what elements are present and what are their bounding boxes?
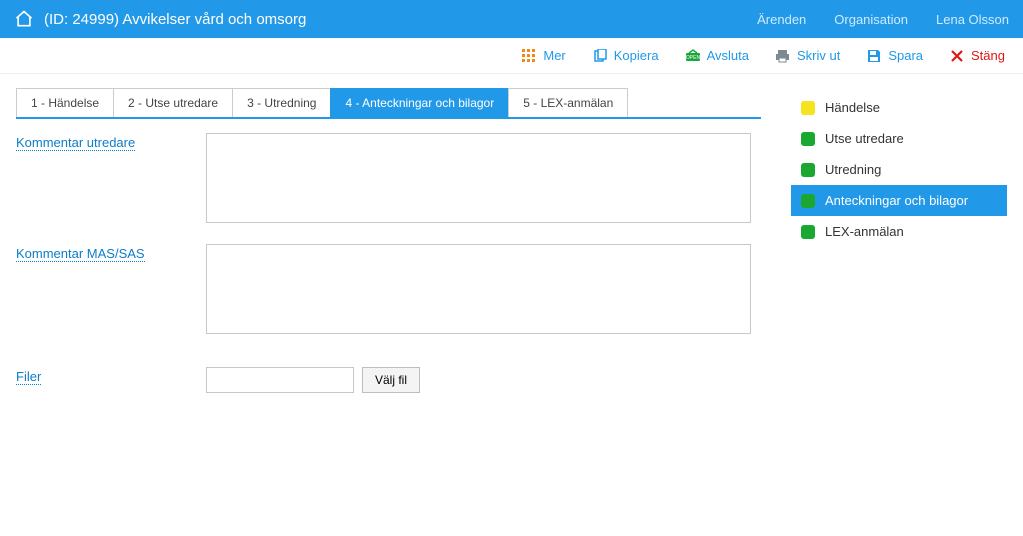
filer-label: Filer (16, 367, 206, 384)
tab-utredning[interactable]: 3 - Utredning (232, 88, 331, 117)
tab-anteckningar[interactable]: 4 - Anteckningar och bilagor (330, 88, 509, 117)
nav-user[interactable]: Lena Olsson (936, 12, 1009, 27)
toolbar-spara[interactable]: Spara (866, 48, 923, 64)
status-indicator-icon (801, 194, 815, 208)
print-icon (775, 48, 791, 64)
tab-lex[interactable]: 5 - LEX-anmälan (508, 88, 628, 117)
copy-icon (592, 48, 608, 64)
toolbar-mer[interactable]: Mer (521, 48, 565, 64)
side-item-label: Utredning (825, 162, 881, 177)
toolbar-stang-label: Stäng (971, 48, 1005, 63)
tab-handelse[interactable]: 1 - Händelse (16, 88, 114, 117)
tab-utse-utredare[interactable]: 2 - Utse utredare (113, 88, 233, 117)
toolbar-mer-label: Mer (543, 48, 565, 63)
nav-organisation[interactable]: Organisation (834, 12, 908, 27)
kommentar-massas-input[interactable] (206, 244, 751, 334)
close-icon (949, 48, 965, 64)
toolbar: Mer Kopiera OPEN Avsluta Sk (0, 38, 1023, 74)
toolbar-skrivut-label: Skriv ut (797, 48, 840, 63)
side-item-label: Anteckningar och bilagor (825, 193, 968, 208)
side-utse-utredare[interactable]: Utse utredare (791, 123, 1007, 154)
toolbar-kopiera[interactable]: Kopiera (592, 48, 659, 64)
status-indicator-icon (801, 101, 815, 115)
side-handelse[interactable]: Händelse (791, 92, 1007, 123)
status-indicator-icon (801, 225, 815, 239)
toolbar-avsluta[interactable]: OPEN Avsluta (685, 48, 749, 64)
status-indicator-icon (801, 132, 815, 146)
status-sidebar: Händelse Utse utredare Utredning Anteckn… (791, 88, 1007, 411)
save-icon (866, 48, 882, 64)
grid-icon (521, 48, 537, 64)
toolbar-avsluta-label: Avsluta (707, 48, 749, 63)
nav-arenden[interactable]: Ärenden (757, 12, 806, 27)
side-item-label: Händelse (825, 100, 880, 115)
side-item-label: Utse utredare (825, 131, 904, 146)
home-icon[interactable] (14, 9, 34, 29)
page-title: (ID: 24999) Avvikelser vård och omsorg (44, 11, 306, 28)
tab-bar: 1 - Händelse 2 - Utse utredare 3 - Utred… (16, 88, 761, 119)
svg-text:OPEN: OPEN (685, 55, 700, 61)
open-sign-icon: OPEN (685, 48, 701, 64)
side-utredning[interactable]: Utredning (791, 154, 1007, 185)
side-item-label: LEX-anmälan (825, 224, 904, 239)
toolbar-skrivut[interactable]: Skriv ut (775, 48, 840, 64)
valj-fil-button[interactable]: Välj fil (362, 367, 420, 393)
side-lex[interactable]: LEX-anmälan (791, 216, 1007, 247)
toolbar-stang[interactable]: Stäng (949, 48, 1005, 64)
filer-input[interactable] (206, 367, 354, 393)
kommentar-utredare-input[interactable] (206, 133, 751, 223)
status-indicator-icon (801, 163, 815, 177)
kommentar-utredare-label: Kommentar utredare (16, 133, 206, 150)
toolbar-spara-label: Spara (888, 48, 923, 63)
toolbar-kopiera-label: Kopiera (614, 48, 659, 63)
app-header: (ID: 24999) Avvikelser vård och omsorg Ä… (0, 0, 1023, 38)
kommentar-massas-label: Kommentar MAS/SAS (16, 244, 206, 261)
side-anteckningar[interactable]: Anteckningar och bilagor (791, 185, 1007, 216)
